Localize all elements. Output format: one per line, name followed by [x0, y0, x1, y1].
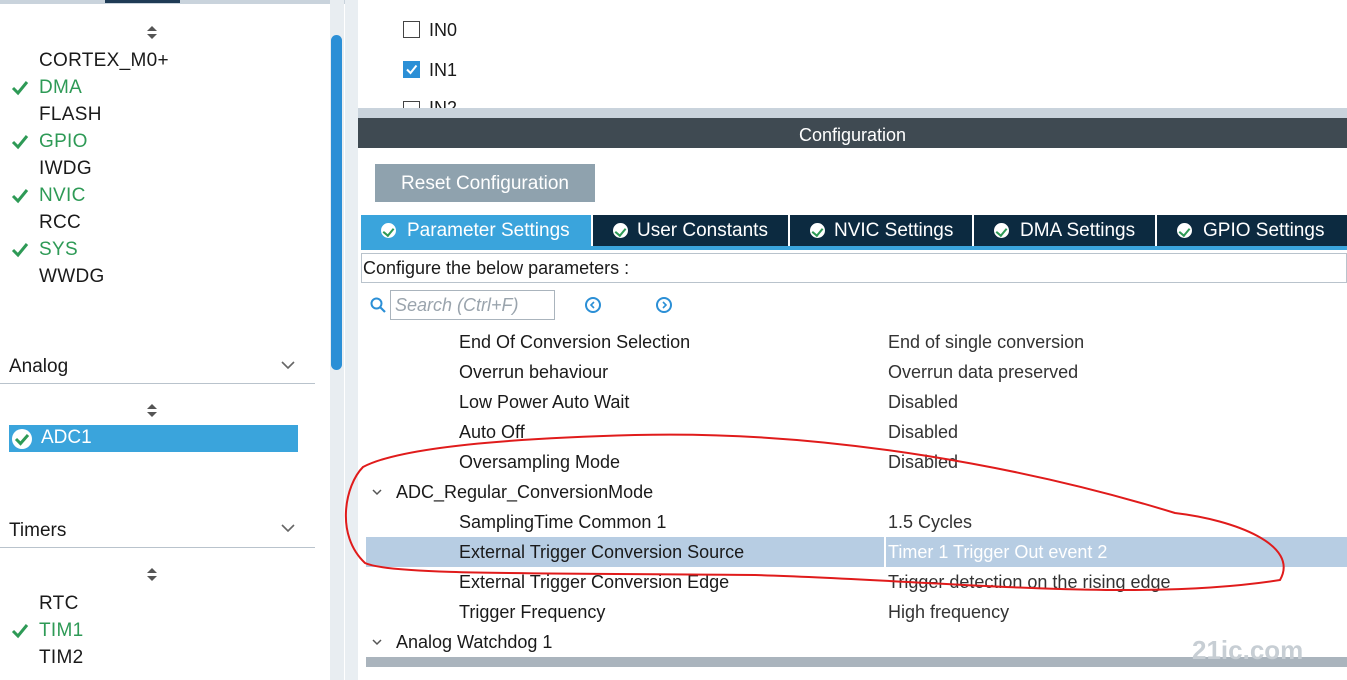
sort-icon[interactable]	[146, 568, 158, 582]
sidebar-item-cortex[interactable]: CORTEX_M0+	[39, 49, 169, 73]
check-circle-icon	[994, 223, 1009, 238]
tab-nvic-settings[interactable]: NVIC Settings	[790, 215, 974, 246]
parameter-row[interactable]: Overrun behaviour Overrun data preserved	[366, 357, 1347, 387]
sidebar: CORTEX_M0+ DMA FLASH GPIO IWDG NVIC RCC …	[0, 0, 345, 680]
check-circle-icon	[381, 223, 396, 238]
sidebar-item-dma[interactable]: DMA	[39, 76, 82, 100]
channel-label: IN0	[429, 20, 458, 40]
tab-underline	[361, 246, 1347, 250]
sidebar-item-label: ADC1	[41, 427, 92, 448]
check-circle-icon	[810, 223, 825, 238]
parameter-group-name: Analog Watchdog 1	[396, 632, 553, 652]
sidebar-item-rtc[interactable]: RTC	[39, 592, 79, 616]
check-circle-icon	[1177, 223, 1192, 238]
check-icon	[11, 135, 29, 150]
check-circle-icon	[12, 429, 32, 449]
check-icon	[11, 624, 29, 639]
sidebar-item-wwdg[interactable]: WWDG	[39, 265, 105, 289]
chevron-down-icon[interactable]	[281, 523, 295, 533]
watermark: 21ic.com	[1192, 635, 1304, 665]
sidebar-item-flash[interactable]: FLASH	[39, 103, 102, 127]
sidebar-item-iwdg[interactable]: IWDG	[39, 157, 92, 181]
sort-icon[interactable]	[146, 404, 158, 418]
search-input[interactable]: Search (Ctrl+F)	[390, 290, 555, 320]
channel-checkbox-in1[interactable]	[403, 61, 420, 78]
parameter-name: End Of Conversion Selection	[459, 332, 691, 352]
sidebar-item-nvic[interactable]: NVIC	[39, 184, 86, 208]
tab-dma-settings[interactable]: DMA Settings	[974, 215, 1157, 246]
tab-label: DMA Settings	[1020, 220, 1136, 241]
parameter-row[interactable]: Low Power Auto Wait Disabled	[366, 387, 1347, 417]
sidebar-item-sys[interactable]: SYS	[39, 238, 78, 262]
chevron-down-icon[interactable]	[372, 637, 382, 647]
parameter-value[interactable]: End of single conversion	[888, 327, 1084, 357]
channel-label: IN1	[429, 60, 458, 80]
tab-label: NVIC Settings	[834, 220, 954, 241]
sidebar-scrollbar-thumb[interactable]	[331, 35, 342, 370]
chevron-down-icon[interactable]	[281, 360, 295, 370]
sidebar-item-tim2[interactable]: TIM2	[39, 646, 83, 670]
parameter-value[interactable]: Disabled	[888, 387, 958, 417]
parameters-hint: Configure the below parameters :	[363, 258, 630, 278]
sidebar-item-tim1[interactable]: TIM1	[39, 619, 83, 643]
tab-gpio-settings[interactable]: GPIO Settings	[1157, 215, 1347, 246]
search-icon[interactable]	[370, 297, 386, 313]
parameter-name: Low Power Auto Wait	[459, 392, 630, 412]
timers-section-title[interactable]: Timers	[9, 520, 66, 542]
parameter-name: Overrun behaviour	[459, 362, 609, 382]
section-divider	[0, 547, 315, 548]
channel-label: IN2	[429, 98, 458, 108]
previous-arrow-icon[interactable]	[585, 297, 601, 313]
analog-section-title[interactable]: Analog	[9, 356, 68, 378]
tab-parameter-settings[interactable]: Parameter Settings	[361, 215, 593, 246]
parameter-value[interactable]: Overrun data preserved	[888, 357, 1078, 387]
check-icon	[11, 243, 29, 258]
check-circle-icon	[613, 223, 628, 238]
channel-checkbox-in0[interactable]	[403, 21, 420, 38]
sidebar-top-strip	[0, 0, 345, 4]
check-icon	[11, 189, 29, 204]
sidebar-item-gpio[interactable]: GPIO	[39, 130, 88, 154]
tab-label: Parameter Settings	[407, 220, 570, 241]
configuration-header: Configuration	[358, 118, 1347, 148]
check-icon	[406, 64, 418, 75]
annotation-ellipse	[344, 433, 1285, 592]
section-divider	[0, 383, 315, 384]
tab-label: User Constants	[637, 220, 768, 241]
next-arrow-icon[interactable]	[656, 297, 672, 313]
tab-label: GPIO Settings	[1203, 220, 1325, 241]
sort-icon[interactable]	[146, 26, 158, 40]
sidebar-item-rcc[interactable]: RCC	[39, 211, 81, 235]
check-icon	[11, 81, 29, 96]
reset-configuration-button[interactable]: Reset Configuration	[375, 164, 595, 202]
channel-checkbox-in2[interactable]	[403, 101, 420, 108]
horizontal-splitter[interactable]	[358, 108, 1347, 118]
parameter-row[interactable]: End Of Conversion Selection End of singl…	[366, 327, 1347, 357]
sidebar-item-adc1[interactable]: ADC1	[9, 425, 298, 452]
tab-user-constants[interactable]: User Constants	[593, 215, 790, 246]
